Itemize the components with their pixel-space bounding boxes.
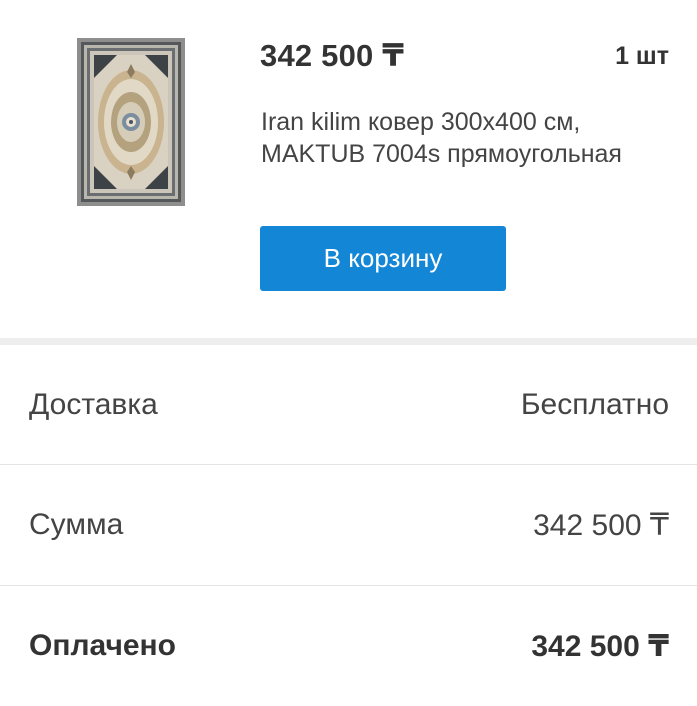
sum-value: 342 500 ₸	[533, 508, 669, 542]
delivery-value: Бесплатно	[520, 388, 669, 421]
product-price: 342 500 ₸	[260, 38, 405, 73]
paid-row: Оплачено 342 500 ₸	[0, 586, 697, 706]
sum-row: Сумма 342 500 ₸	[0, 465, 697, 585]
section-separator	[0, 338, 697, 345]
paid-label: Оплачено	[29, 629, 176, 662]
delivery-label: Доставка	[29, 388, 158, 421]
product-quantity: 1 шт	[615, 42, 669, 70]
rug-product-image[interactable]	[77, 38, 185, 206]
add-to-cart-button[interactable]: В корзину	[260, 226, 506, 291]
product-title[interactable]: Iran kilim ковер 300x400 см, MAKTUB 7004…	[261, 106, 681, 170]
product-card: 342 500 ₸ 1 шт Iran kilim ковер 300x400 …	[0, 0, 697, 338]
paid-value: 342 500 ₸	[531, 629, 669, 663]
delivery-row: Доставка Бесплатно	[0, 345, 697, 465]
sum-label: Сумма	[29, 508, 124, 541]
